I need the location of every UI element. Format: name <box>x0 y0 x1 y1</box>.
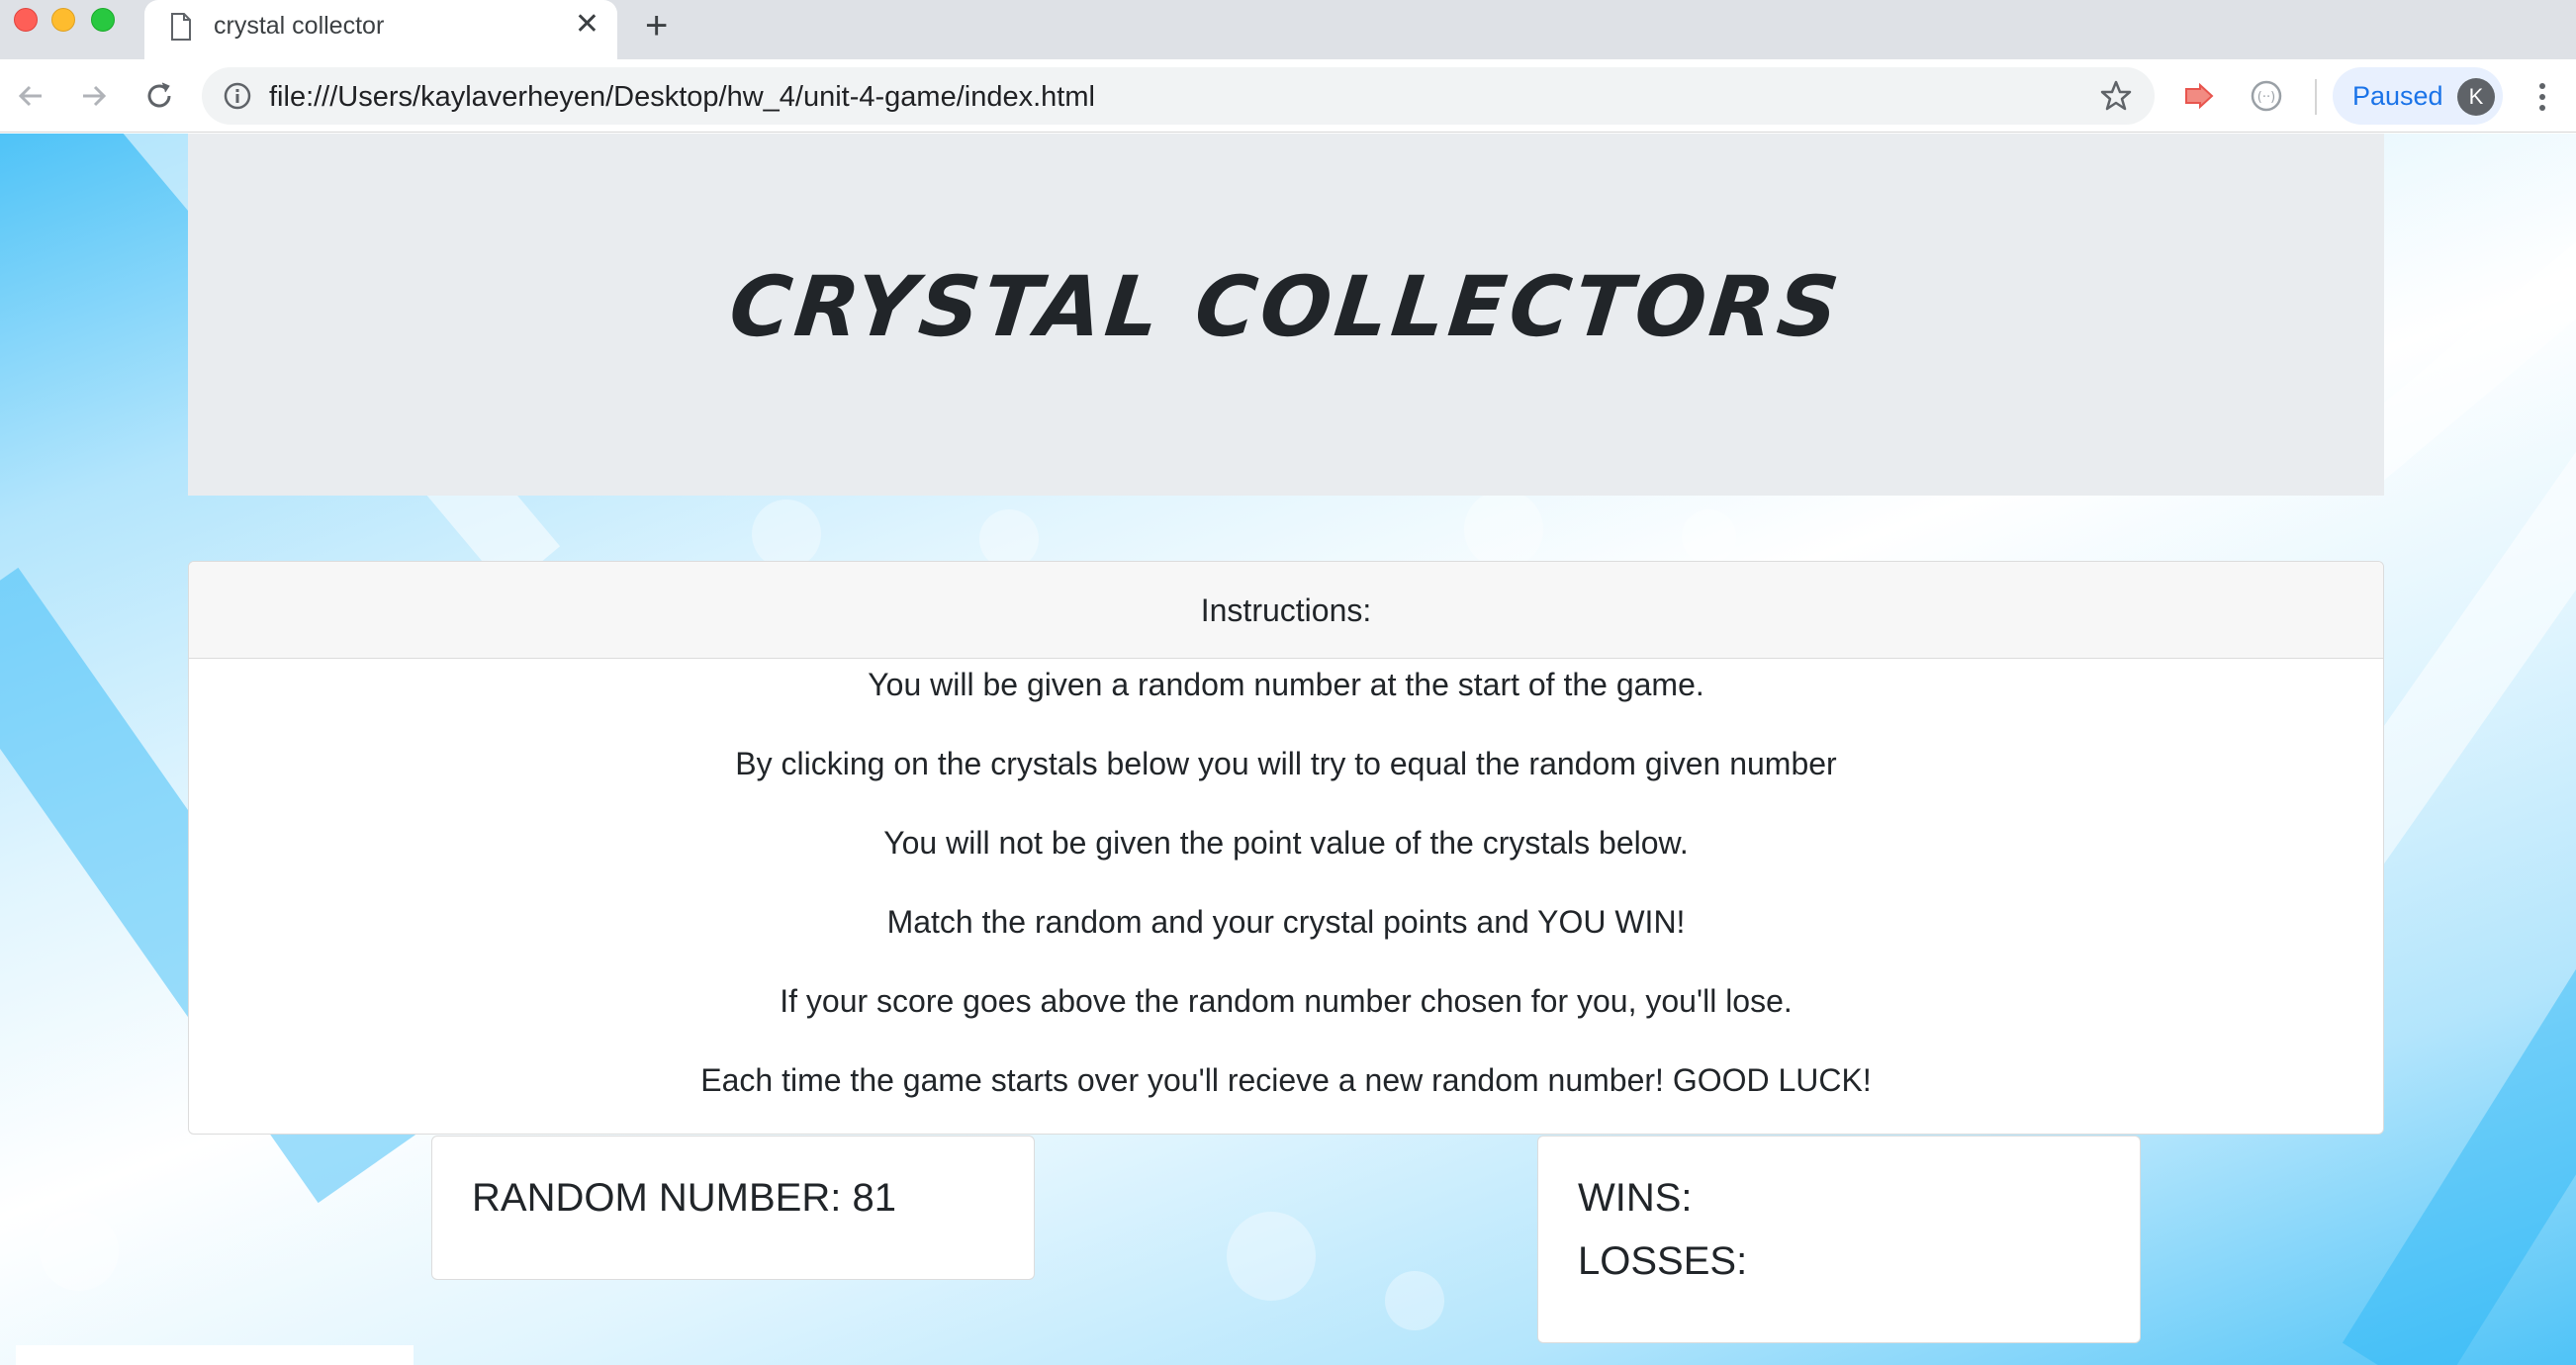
instructions-card: Instructions: You will be given a random… <box>188 561 2384 1135</box>
instruction-line: By clicking on the crystals below you wi… <box>735 746 1837 781</box>
instructions-body: You will be given a random number at the… <box>189 659 2383 1134</box>
close-window-button[interactable] <box>14 8 38 32</box>
site-info-icon[interactable] <box>224 82 251 110</box>
background-bokeh <box>752 500 821 569</box>
document-icon <box>171 13 191 41</box>
tab-close-icon[interactable]: ✕ <box>575 10 599 40</box>
minimize-window-button[interactable] <box>51 8 75 32</box>
svg-text:(··): (··) <box>2257 90 2275 105</box>
background-bokeh <box>1682 509 1736 564</box>
extension-red-icon[interactable] <box>2182 79 2216 113</box>
instruction-line: You will not be given the point value of… <box>883 825 1689 861</box>
browser-tab-bar: crystal collector ✕ + <box>0 0 2576 59</box>
instruction-line: If your score goes above the random numb… <box>780 983 1793 1019</box>
tab-title: crystal collector <box>214 12 385 40</box>
profile-status-label: Paused <box>2352 81 2443 111</box>
random-number-panel: RANDOM NUMBER: 81 <box>431 1136 1035 1280</box>
forward-arrow-icon[interactable] <box>75 77 113 115</box>
profile-button[interactable]: Paused K <box>2333 67 2503 125</box>
back-arrow-icon[interactable] <box>12 77 49 115</box>
toolbar-divider <box>2315 79 2317 115</box>
more-menu-icon[interactable] <box>2529 79 2556 115</box>
bookmark-star-icon[interactable] <box>2099 79 2133 113</box>
url-text[interactable]: file:///Users/kaylaverheyen/Desktop/hw_4… <box>269 81 1095 114</box>
instructions-header: Instructions: <box>189 562 2383 659</box>
page-title: CRYSTAL COLLECTORS <box>725 258 1847 355</box>
browser-tab[interactable]: crystal collector ✕ <box>144 0 617 59</box>
score-panel: WINS: LOSSES: <box>1537 1136 2141 1343</box>
maximize-window-button[interactable] <box>91 8 115 32</box>
instruction-line: You will be given a random number at the… <box>868 667 1704 702</box>
avatar: K <box>2457 78 2495 116</box>
new-tab-button[interactable]: + <box>645 6 668 46</box>
title-banner: CRYSTAL COLLECTORS <box>188 134 2384 496</box>
crystal-image-edge[interactable] <box>16 1345 414 1365</box>
browser-toolbar: file:///Users/kaylaverheyen/Desktop/hw_4… <box>0 59 2576 133</box>
losses-label: LOSSES: <box>1578 1239 1748 1283</box>
random-number-label: RANDOM NUMBER: 81 <box>472 1176 896 1220</box>
extension-circle-icon[interactable]: (··) <box>2250 79 2283 113</box>
address-bar[interactable]: file:///Users/kaylaverheyen/Desktop/hw_4… <box>202 67 2155 125</box>
background-bokeh <box>1385 1271 1444 1330</box>
instruction-line: Each time the game starts over you'll re… <box>700 1062 1872 1098</box>
instruction-line: Match the random and your crystal points… <box>886 904 1686 940</box>
background-bokeh <box>1227 1212 1316 1301</box>
background-bokeh <box>40 1212 119 1291</box>
wins-label: WINS: <box>1578 1176 1693 1220</box>
reload-icon[interactable] <box>140 77 178 115</box>
background-bokeh <box>979 509 1039 569</box>
page-viewport: CRYSTAL COLLECTORS Instructions: You wil… <box>0 134 2576 1365</box>
background-bokeh <box>1464 490 1543 569</box>
